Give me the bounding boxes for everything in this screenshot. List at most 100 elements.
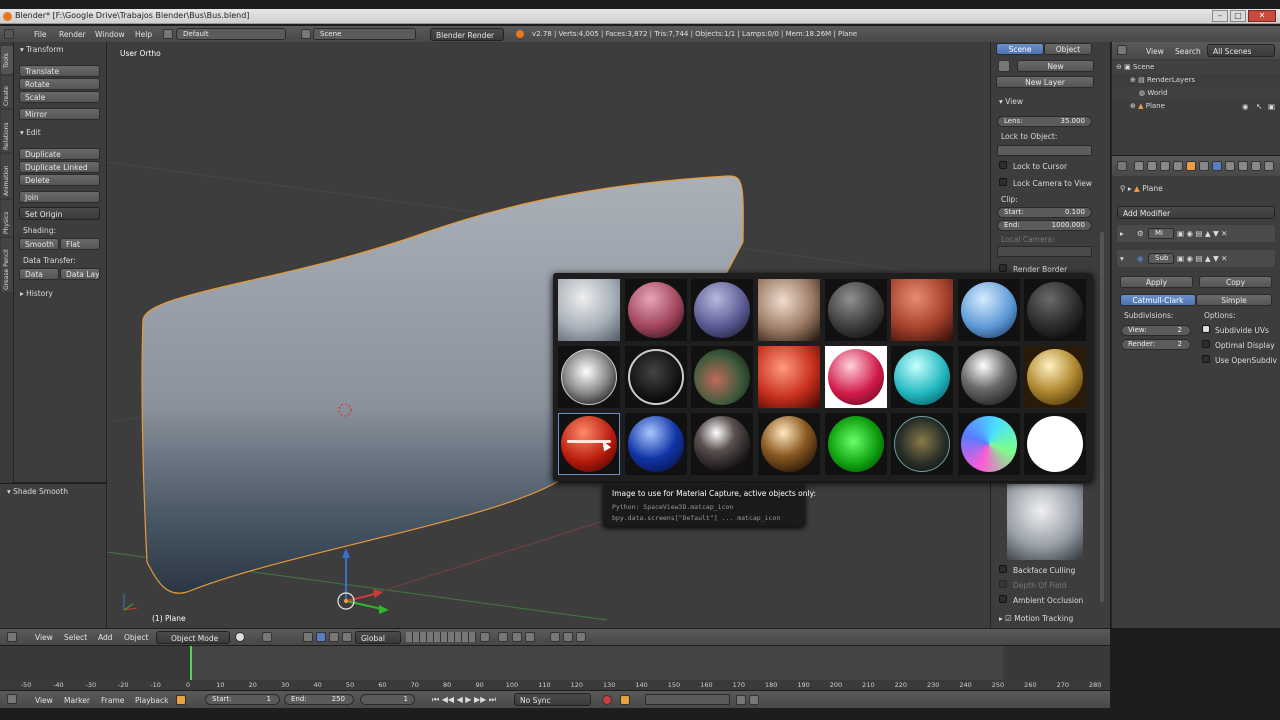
world-tab-icon[interactable] [1173,161,1183,171]
pivot-icon[interactable] [262,632,272,642]
outliner-menu-search[interactable]: Search [1175,47,1201,56]
matcap-swatch[interactable] [891,413,953,475]
snap-icon[interactable] [512,632,522,642]
menu-render[interactable]: Render [59,30,86,39]
material-tab-icon[interactable] [1238,161,1248,171]
data-layout-button[interactable]: Data Layo [60,268,100,280]
translate-button[interactable]: Translate [19,65,100,77]
outliner-editor-icon[interactable] [1117,45,1127,55]
lock-camera-checkbox[interactable] [999,178,1007,186]
tab-grease-pencil[interactable]: Grease Pencil [1,238,13,292]
matcap-swatch-selected[interactable] [558,413,620,475]
matcap-swatch[interactable] [825,413,887,475]
matcap-swatch[interactable] [825,279,887,341]
preview-range-icon[interactable] [176,695,186,705]
matcap-swatch[interactable] [1024,413,1086,475]
expand-arrow-icon[interactable]: ▸ [1120,229,1124,238]
modifier-subsurf-header[interactable]: ▾ ◉ Sub ▣ ◉ ▤ ▲ ▼ ✕ [1117,250,1275,267]
maximize-button[interactable]: □ [1230,10,1246,22]
history-header[interactable]: ▸ History [20,289,53,298]
flat-button[interactable]: Flat [60,238,100,250]
screen-select[interactable]: Default [176,28,286,40]
tab-scene-properties[interactable]: Scene [996,43,1044,55]
matcap-swatch[interactable] [558,279,620,341]
outliner-filter-select[interactable]: All Scenes [1207,44,1275,57]
backface-culling-checkbox[interactable] [999,565,1007,573]
visibility-eye-icon[interactable]: ◉ [1242,102,1249,111]
panel-scrollbar[interactable] [1100,232,1104,602]
duplicate-linked-button[interactable]: Duplicate Linked [19,161,100,173]
outliner-row[interactable]: ⊕ ▲ Plane ◉ ↖ ▣ [1112,100,1280,113]
matcap-swatch[interactable] [1024,279,1086,341]
edit-header[interactable]: ▾ Edit [20,128,41,137]
start-frame-field[interactable]: Start: 1 [205,694,280,705]
new-layer-button[interactable]: New Layer [996,76,1094,88]
layers-tab-icon[interactable] [1147,161,1157,171]
delete-button[interactable]: Delete [19,174,100,186]
render-border-checkbox[interactable] [999,264,1007,272]
copy-button[interactable]: Copy [1199,276,1272,288]
motion-tracking-header[interactable]: ▸ ☑ Motion Tracking [999,614,1073,623]
apply-button[interactable]: Apply [1120,276,1193,288]
matcap-swatch[interactable] [1024,346,1086,408]
matcap-swatch[interactable] [758,346,820,408]
render-tab-icon[interactable] [1134,161,1144,171]
matcap-swatch[interactable] [825,346,887,408]
viewport-menu-object[interactable]: Object [124,633,148,642]
viewport-menu-select[interactable]: Select [64,633,87,642]
particles-tab-icon[interactable] [1264,161,1274,171]
outliner-row[interactable]: ◍ World [1112,87,1280,100]
mirror-button[interactable]: Mirror [19,108,100,120]
collapse-arrow-icon[interactable]: ▾ [1120,254,1124,263]
timeline-menu-playback[interactable]: Playback [135,696,168,705]
shade-smooth-header[interactable]: ▾ Shade Smooth [7,487,68,496]
copy-icon[interactable] [576,632,586,642]
playback-controls[interactable]: ⏮ ◀◀ ◀ ▶ ▶▶ ⏭ [432,695,496,705]
menu-file[interactable]: File [34,30,47,39]
add-modifier-select[interactable]: Add Modifier [1117,206,1275,219]
tab-create[interactable]: Create [1,76,13,108]
end-frame-field[interactable]: End: 250 [284,694,354,705]
smooth-button[interactable]: Smooth [19,238,59,250]
view-header[interactable]: ▾ View [999,97,1023,106]
record-icon[interactable] [602,695,612,705]
modifier-toggle-icons[interactable]: ▣ ◉ ▤ ▲ ▼ ✕ [1177,254,1227,263]
proportional-edit-icon[interactable] [498,632,508,642]
viewport-shading-icon[interactable] [235,632,245,642]
matcap-swatch[interactable] [758,413,820,475]
matcap-swatch[interactable] [558,346,620,408]
lens-field[interactable]: Lens: 35.000 [997,116,1092,127]
manipulator-icon[interactable] [303,632,313,642]
object-tab-icon[interactable] [1186,161,1196,171]
modifier-toggle-icons[interactable]: ▣ ◉ ▤ ▲ ▼ ✕ [1177,229,1227,238]
keying-icon[interactable] [620,695,630,705]
optimal-display-checkbox[interactable] [1202,340,1210,348]
matcap-swatch[interactable] [958,279,1020,341]
lock-object-field[interactable] [997,145,1092,156]
outliner-menu-view[interactable]: View [1146,47,1164,56]
matcap-swatch[interactable] [691,413,753,475]
brush-icon[interactable] [998,60,1010,72]
outliner-row[interactable]: ⊖ ▣ Scene [1112,61,1280,74]
scale-manipulator-icon[interactable] [342,632,352,642]
simple-button[interactable]: Simple [1196,294,1272,306]
rotate-button[interactable]: Rotate [19,78,100,90]
object-mode-select[interactable]: Object Mode [156,631,230,644]
modifiers-tab-icon[interactable] [1212,161,1222,171]
timeline-editor-icon[interactable] [7,694,17,704]
matcap-swatch[interactable] [891,346,953,408]
timeline-menu-frame[interactable]: Frame [101,696,124,705]
opengl-anim-icon[interactable] [563,632,573,642]
keying-set-field[interactable] [645,694,730,705]
scale-button[interactable]: Scale [19,91,100,103]
3d-view-editor-icon[interactable] [7,632,17,642]
properties-editor-icon[interactable] [1117,161,1127,171]
lock-to-cursor-checkbox[interactable] [999,161,1007,169]
matcap-preview[interactable] [1007,484,1083,560]
depth-of-field-checkbox[interactable] [999,580,1007,588]
scene-tab-icon[interactable] [1160,161,1170,171]
menu-window[interactable]: Window [95,30,125,39]
render-camera-icon[interactable]: ▣ [1268,102,1275,111]
matcap-swatch[interactable] [625,413,687,475]
selectable-arrow-icon[interactable]: ↖ [1256,102,1262,111]
